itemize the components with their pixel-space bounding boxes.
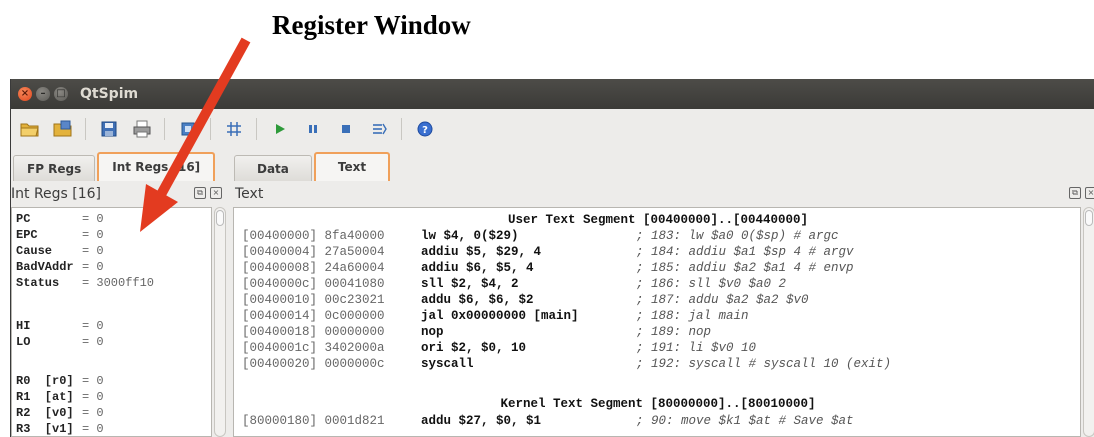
toolbar: ?	[11, 112, 1094, 146]
register-row: EPC = 0	[16, 228, 104, 242]
code-line: [00400020] 0000000c syscall; 192: syscall…	[242, 357, 892, 371]
code-line: [00400000] 8fa40000 lw $4, 0($29); 183: l…	[242, 229, 839, 243]
scrollbar-thumb[interactable]	[216, 210, 224, 226]
toolbar-separator	[210, 118, 211, 140]
maximize-icon[interactable]: □	[54, 87, 68, 101]
reload-icon[interactable]	[52, 118, 74, 140]
register-row: LO = 0	[16, 335, 104, 349]
text-panel-title: Text	[235, 186, 264, 202]
code-line: [00400018] 00000000 nop; 189: nop	[242, 325, 712, 339]
code-line: [00400008] 24a60004 addiu $6, $5, 4; 185:…	[242, 261, 854, 275]
svg-text:?: ?	[422, 125, 428, 136]
minimize-icon[interactable]: –	[36, 87, 50, 101]
tab-data[interactable]: Data	[234, 155, 312, 181]
close-icon[interactable]: ×	[210, 187, 222, 199]
scrollbar-thumb[interactable]	[1085, 210, 1093, 226]
save-icon[interactable]	[98, 118, 120, 140]
qtspim-window: × – □ QtSpim ? FP Regs Int Regs [16] Dat…	[10, 79, 1094, 437]
float-icon[interactable]: ⧉	[194, 187, 206, 199]
register-row: BadVAddr = 0	[16, 260, 104, 274]
register-row: HI = 0	[16, 319, 104, 333]
window-title: QtSpim	[80, 86, 139, 102]
print-icon[interactable]	[131, 118, 153, 140]
register-row: Cause = 0	[16, 244, 104, 258]
reg-panel-title: Int Regs [16]	[11, 186, 102, 202]
code-line: [80000180] 0001d821 addu $27, $0, $1; 90:…	[242, 414, 854, 428]
reg-panel-controls: ⧉ ×	[194, 187, 222, 199]
register-row: PC = 0	[16, 212, 104, 226]
code-line: [00400014] 0c000000 jal 0x00000000 [main]…	[242, 309, 749, 323]
clear-icon[interactable]	[177, 118, 199, 140]
float-icon[interactable]: ⧉	[1069, 187, 1081, 199]
text-segment-view: User Text Segment [00400000]..[00440000]…	[233, 207, 1081, 437]
text-panel-controls: ⧉ ×	[1069, 187, 1094, 199]
toolbar-separator	[85, 118, 86, 140]
code-line: [00400004] 27a50004 addiu $5, $29, 4; 184…	[242, 245, 854, 259]
tab-fp-regs[interactable]: FP Regs	[13, 155, 96, 181]
code-line: [0040000c] 00041080 sll $2, $4, 2; 186: s…	[242, 277, 787, 291]
register-row: R0 [r0] = 0	[16, 374, 104, 388]
register-tabs: FP Regs Int Regs [16]	[13, 151, 217, 181]
register-row: R1 [at] = 0	[16, 390, 104, 404]
help-icon[interactable]: ?	[414, 118, 436, 140]
tab-int-regs[interactable]: Int Regs [16]	[97, 152, 216, 181]
toolbar-separator	[401, 118, 402, 140]
segment-tabs: Data Text	[234, 151, 392, 181]
close-icon[interactable]: ×	[1085, 187, 1094, 199]
text-scrollbar[interactable]	[1083, 207, 1094, 437]
kernel-text-segment-header: Kernel Text Segment [80000000]..[8001000…	[500, 397, 816, 411]
grid-icon[interactable]	[223, 118, 245, 140]
step-icon[interactable]	[368, 118, 390, 140]
pause-icon[interactable]	[302, 118, 324, 140]
code-line: [0040001c] 3402000a ori $2, $0, 10; 191: …	[242, 341, 757, 355]
stop-icon[interactable]	[335, 118, 357, 140]
toolbar-separator	[164, 118, 165, 140]
register-row: Status = 3000ff10	[16, 276, 155, 290]
register-scrollbar[interactable]	[214, 207, 226, 437]
register-row: R2 [v0] = 0	[16, 406, 104, 420]
annotation-title: Register Window	[272, 10, 471, 40]
open-folder-icon[interactable]	[19, 118, 41, 140]
title-bar: × – □ QtSpim	[11, 79, 1094, 109]
code-line: [00400010] 00c23021 addu $6, $6, $2; 187:…	[242, 293, 809, 307]
user-text-segment-header: User Text Segment [00400000]..[00440000]	[507, 213, 809, 227]
register-list: PC = 0 EPC = 0 Cause = 0 BadVAddr = 0 Status…	[11, 207, 212, 437]
toolbar-separator	[256, 118, 257, 140]
run-icon[interactable]	[269, 118, 291, 140]
tab-text[interactable]: Text	[313, 152, 391, 181]
register-row: R3 [v1] = 0	[16, 422, 104, 436]
close-icon[interactable]: ×	[18, 87, 32, 101]
